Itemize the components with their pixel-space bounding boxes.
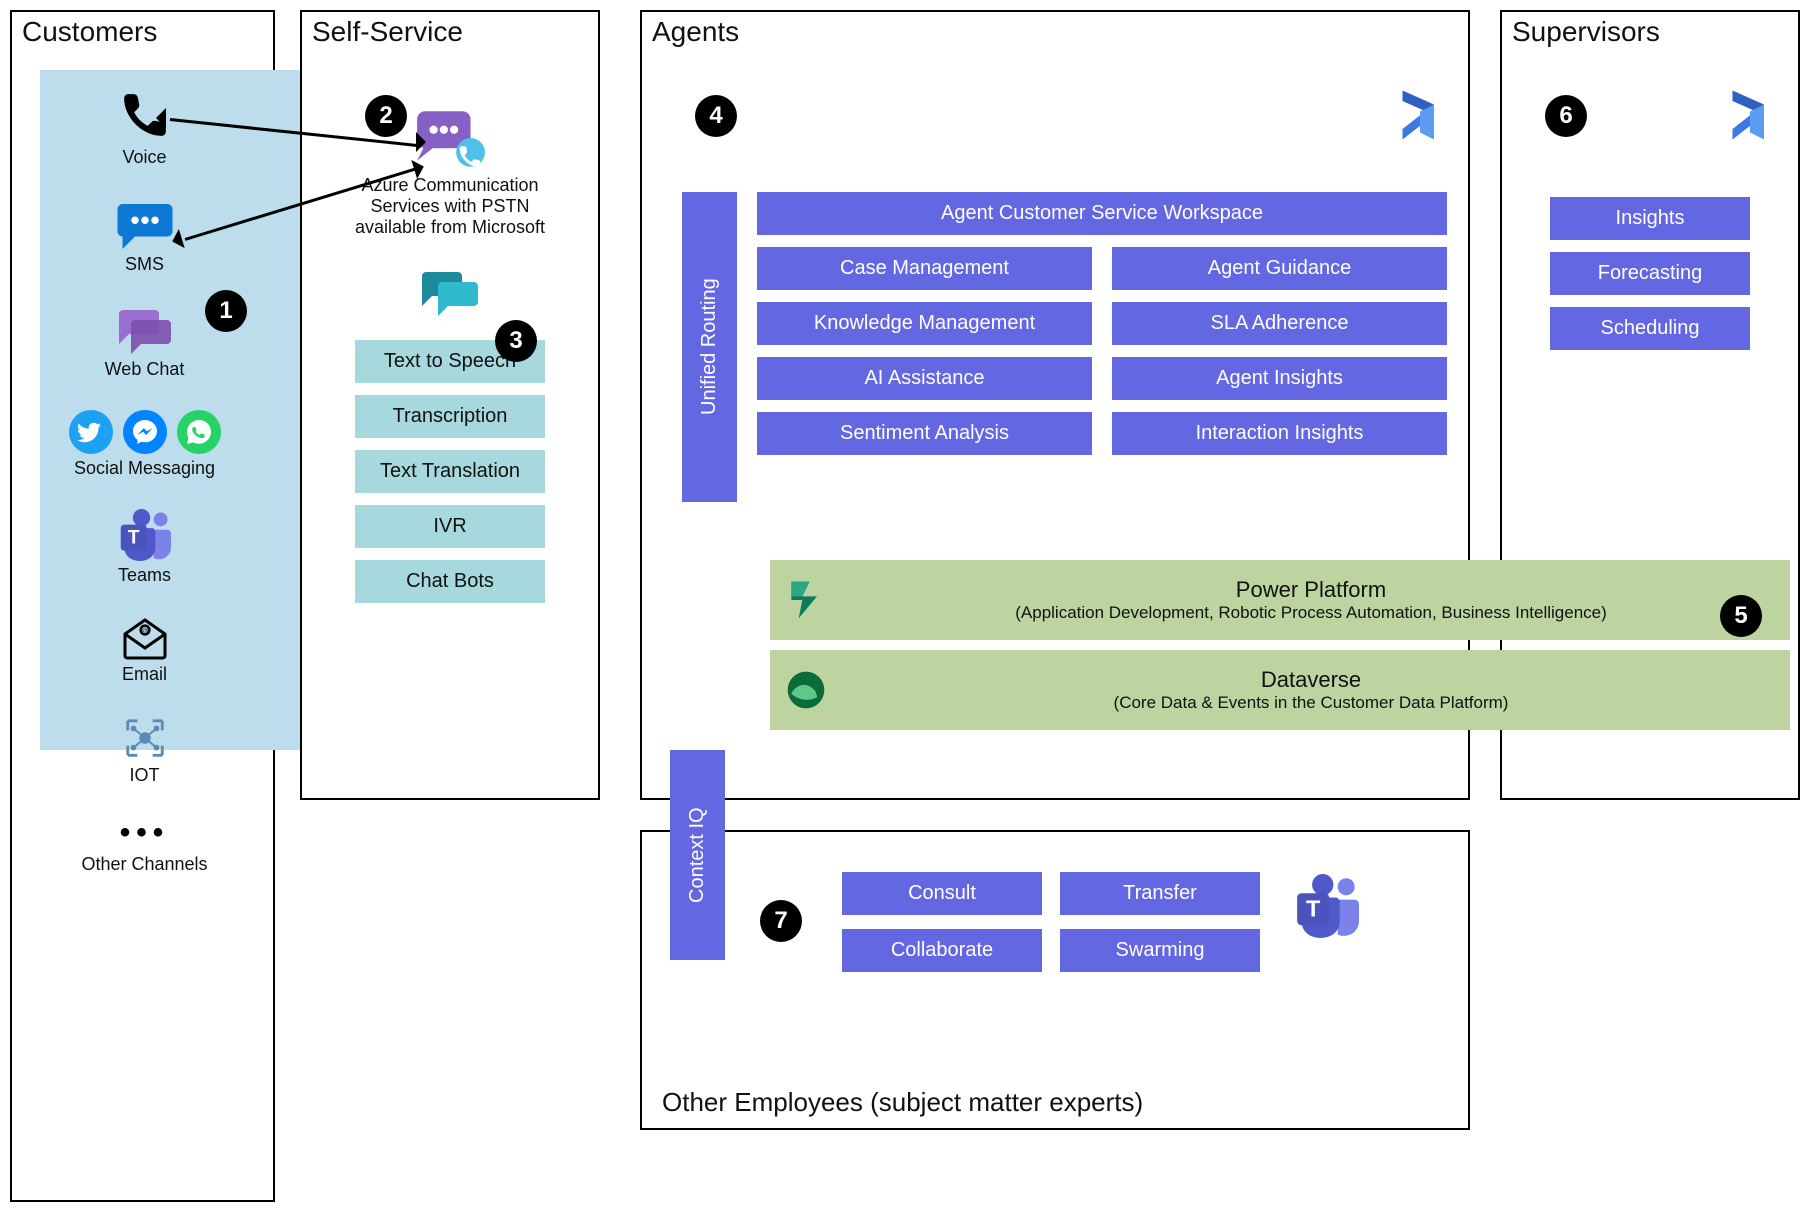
dataverse-title: Dataverse <box>846 667 1776 693</box>
agent-insights-box: Agent Insights <box>1112 357 1447 400</box>
badge-2: 2 <box>365 95 407 137</box>
agents-capabilities: Unified Routing Agent Customer Service W… <box>682 192 1447 502</box>
email-icon: @ <box>121 616 169 660</box>
consult-box: Consult <box>842 872 1042 915</box>
selfservice-content: Azure Communication Services with PSTN a… <box>302 107 598 615</box>
supervisors-title: Supervisors <box>1512 16 1660 48</box>
badge-7: 7 <box>760 900 802 942</box>
collaborate-box: Collaborate <box>842 929 1042 972</box>
power-platform-sub: (Application Development, Robotic Proces… <box>846 603 1776 623</box>
customers-title: Customers <box>22 16 157 48</box>
sentiment-box: Sentiment Analysis <box>757 412 1092 455</box>
channel-sms: SMS <box>115 198 175 275</box>
selfservice-panel: Self-Service Azure Communication Service… <box>300 10 600 800</box>
sup-scheduling-box: Scheduling <box>1550 307 1750 350</box>
channel-social-label: Social Messaging <box>74 458 215 479</box>
dataverse-sub: (Core Data & Events in the Customer Data… <box>846 693 1776 713</box>
sla-box: SLA Adherence <box>1112 302 1447 345</box>
channel-teams: T Teams <box>117 509 173 586</box>
whatsapp-icon <box>177 410 221 454</box>
channel-teams-label: Teams <box>118 565 171 586</box>
channel-iot: IOT <box>120 715 170 786</box>
acs-label: Azure Communication Services with PSTN a… <box>340 175 560 238</box>
bot-chat-icon <box>418 268 482 320</box>
chatbots-box: Chat Bots <box>355 560 545 603</box>
ivr-box: IVR <box>355 505 545 548</box>
channel-sms-label: SMS <box>125 254 164 275</box>
customers-panel: Customers Voice SMS Web Chat Social Mess… <box>10 10 275 1202</box>
transcription-box: Transcription <box>355 395 545 438</box>
teams-icon-sme: T <box>1292 874 1362 938</box>
badge-6: 6 <box>1545 95 1587 137</box>
channel-social: Social Messaging <box>69 410 221 479</box>
case-mgmt-box: Case Management <box>757 247 1092 290</box>
svg-text:T: T <box>1306 896 1321 922</box>
svg-text:T: T <box>127 528 139 549</box>
svg-text:@: @ <box>141 628 148 635</box>
channel-webchat: Web Chat <box>105 305 185 380</box>
channel-voice-label: Voice <box>122 147 166 168</box>
channel-other: ••• Other Channels <box>81 816 207 875</box>
interaction-box: Interaction Insights <box>1112 412 1447 455</box>
sms-icon <box>115 198 175 250</box>
ai-assist-box: AI Assistance <box>757 357 1092 400</box>
agent-guidance-box: Agent Guidance <box>1112 247 1447 290</box>
dynamics365-icon <box>1392 87 1448 143</box>
supervisors-capabilities: Insights Forecasting Scheduling <box>1502 197 1798 350</box>
channel-iot-label: IOT <box>130 765 160 786</box>
transfer-box: Transfer <box>1060 872 1260 915</box>
otheremp-capabilities: Consult Transfer Collaborate Swarming <box>842 872 1260 972</box>
selfservice-title: Self-Service <box>312 16 463 48</box>
otheremp-title: Other Employees (subject matter experts) <box>662 1087 1143 1118</box>
channel-other-label: Other Channels <box>81 854 207 875</box>
power-platform-title: Power Platform <box>846 577 1776 603</box>
iot-icon <box>120 715 170 761</box>
translation-box: Text Translation <box>355 450 545 493</box>
otheremp-panel: Consult Transfer Collaborate Swarming T … <box>640 830 1470 1130</box>
teams-icon: T <box>117 509 173 561</box>
unified-routing-bar: Unified Routing <box>682 192 737 502</box>
context-iq-bar: Context IQ <box>670 750 725 960</box>
power-platform-icon <box>784 578 828 622</box>
channel-webchat-label: Web Chat <box>105 359 185 380</box>
messenger-icon <box>123 410 167 454</box>
badge-4: 4 <box>695 95 737 137</box>
webchat-icon <box>115 305 175 355</box>
sup-insights-box: Insights <box>1550 197 1750 240</box>
agent-workspace-box: Agent Customer Service Workspace <box>757 192 1447 235</box>
dataverse-icon <box>784 668 828 712</box>
arrowhead-acs-1 <box>416 132 426 152</box>
sup-forecasting-box: Forecasting <box>1550 252 1750 295</box>
knowledge-mgmt-box: Knowledge Management <box>757 302 1092 345</box>
badge-1: 1 <box>205 290 247 332</box>
channel-email-label: Email <box>122 664 167 685</box>
dataverse-box: Dataverse (Core Data & Events in the Cus… <box>770 650 1790 730</box>
dynamics365-icon-sup <box>1722 87 1778 143</box>
badge-5: 5 <box>1720 595 1762 637</box>
power-platform-box: Power Platform (Application Development,… <box>770 560 1790 640</box>
arrowhead-voice <box>156 108 166 128</box>
ellipsis-icon: ••• <box>120 816 170 850</box>
twitter-icon <box>69 410 113 454</box>
channel-email: @ Email <box>121 616 169 685</box>
agents-title: Agents <box>652 16 739 48</box>
customers-channels: Voice SMS Web Chat Social Messaging T Te… <box>12 87 277 905</box>
swarming-box: Swarming <box>1060 929 1260 972</box>
badge-3: 3 <box>495 320 537 362</box>
